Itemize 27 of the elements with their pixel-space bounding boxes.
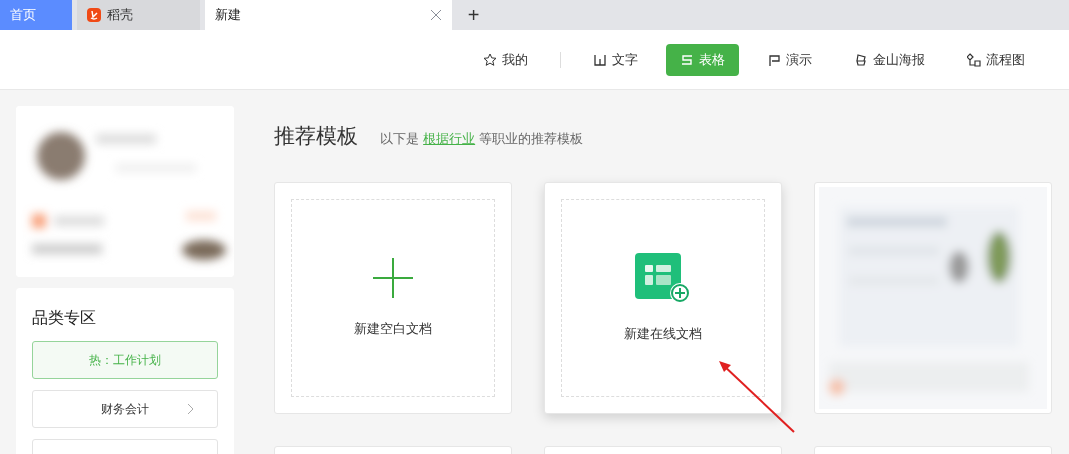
card-label: 新建空白文档	[354, 320, 432, 338]
chevron-right-icon	[187, 403, 195, 415]
template-card[interactable]: 新建在线文档	[544, 182, 782, 414]
tab[interactable]: 新建	[205, 0, 452, 30]
p-letter-icon	[767, 52, 781, 67]
panel-title: 品类专区	[32, 308, 96, 329]
toolbar-button[interactable]: 演示	[753, 43, 826, 76]
star-icon	[483, 52, 497, 67]
section-subtitle: 以下是 根据行业 等职业的推荐模板	[380, 130, 584, 148]
poster-icon	[854, 52, 868, 67]
toolbar-button[interactable]: 文字	[579, 43, 652, 76]
close-icon[interactable]	[430, 9, 442, 21]
toolbar-button[interactable]: 我的	[469, 43, 542, 76]
toolbar-button[interactable]: 金山海报	[840, 43, 939, 76]
plus-icon	[373, 258, 413, 298]
section-title: 推荐模板	[274, 123, 358, 150]
template-card[interactable]: 新建空白文档	[274, 182, 512, 414]
add-tab-button[interactable]: +	[457, 0, 490, 30]
spreadsheet-add-icon	[635, 253, 691, 303]
toolbar-button[interactable]: 流程图	[953, 43, 1039, 76]
w-letter-icon	[593, 52, 607, 67]
tab[interactable]: 稻壳	[77, 0, 200, 30]
card-label: 新建在线文档	[624, 325, 702, 343]
category-item[interactable]: 财务会计	[32, 390, 218, 428]
s-letter-icon	[680, 52, 694, 67]
flame-logo-icon	[87, 8, 101, 22]
flowchart-icon	[967, 52, 981, 67]
